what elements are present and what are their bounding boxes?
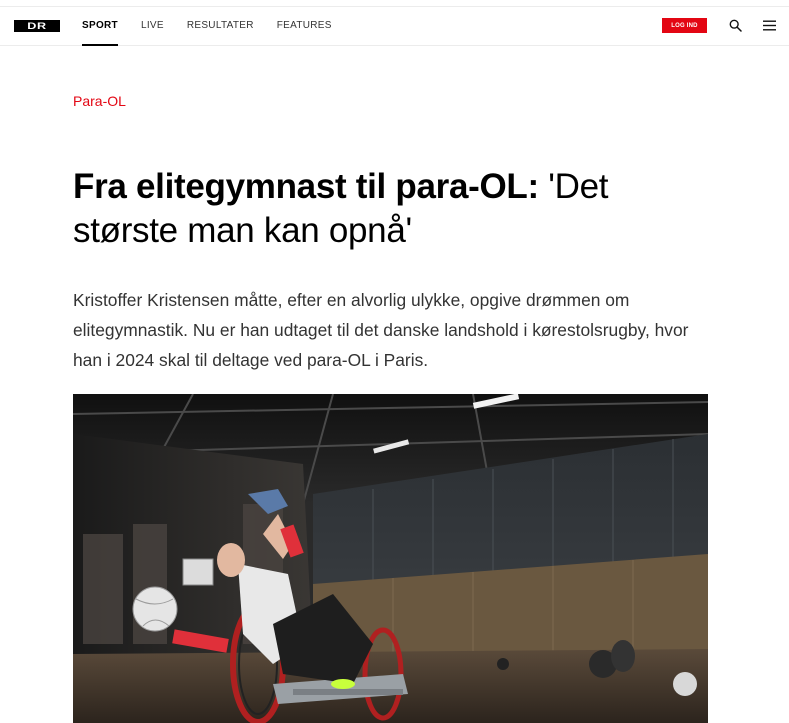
headline-lead: Fra elitegymnast til para-OL: [73, 167, 539, 206]
article-headline: Fra elitegymnast til para-OL: 'Det størs… [73, 165, 693, 253]
nav-item-resultater[interactable]: RESULTATER [187, 7, 254, 45]
hero-photo-illustration [73, 394, 708, 723]
hamburger-menu-icon[interactable] [763, 20, 776, 31]
nav-item-sport[interactable]: SPORT [82, 7, 118, 46]
dr-logo-text: DR [27, 21, 47, 31]
login-button[interactable]: LOG IND [662, 18, 707, 33]
search-icon[interactable] [729, 19, 742, 32]
article-summary: Kristoffer Kristensen måtte, efter en al… [73, 290, 689, 370]
dr-logo[interactable]: DR [14, 20, 60, 32]
article-category[interactable]: Para-OL [73, 93, 126, 109]
hero-photo [73, 394, 708, 723]
nav-item-features[interactable]: FEATURES [277, 7, 332, 45]
top-navigation-bar: DR SPORT LIVE RESULTATER FEATURES LOG IN… [0, 6, 789, 46]
main-nav: SPORT LIVE RESULTATER FEATURES [82, 7, 355, 46]
nav-item-live[interactable]: LIVE [141, 7, 164, 45]
